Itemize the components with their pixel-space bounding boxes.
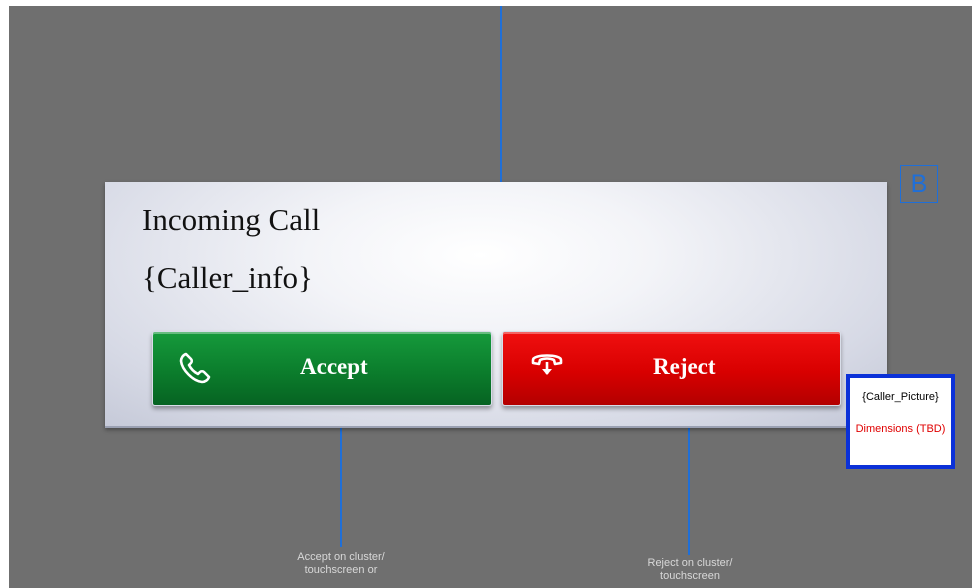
accept-connector-line — [340, 410, 342, 547]
caller-info-text: {Caller_info} — [142, 260, 313, 295]
reject-button[interactable]: Reject — [502, 331, 841, 406]
picture-dimensions-note: Dimensions (TBD) — [855, 423, 946, 435]
phone-icon — [177, 350, 213, 386]
caller-picture-label: {Caller_Picture} — [862, 391, 939, 403]
reject-connector-line — [688, 410, 690, 555]
accept-button[interactable]: Accept — [152, 331, 492, 406]
top-connector-line — [500, 6, 502, 186]
section-marker-b: B — [900, 165, 938, 203]
hangup-icon — [529, 346, 565, 382]
accept-annotation: Accept on cluster/ touchscreen or — [297, 551, 385, 576]
caller-picture-placeholder: {Caller_Picture} Dimensions (TBD) — [846, 374, 955, 469]
reject-button-label: Reject — [653, 354, 716, 379]
incoming-call-panel: Incoming Call {Caller_info} Accept Rejec… — [105, 182, 887, 428]
accept-button-label: Accept — [300, 354, 368, 379]
diagram-canvas: Incoming Call {Caller_info} Accept Rejec… — [9, 6, 972, 588]
incoming-call-title: Incoming Call — [142, 202, 321, 237]
reject-annotation: Reject on cluster/ touchscreen — [647, 557, 733, 582]
